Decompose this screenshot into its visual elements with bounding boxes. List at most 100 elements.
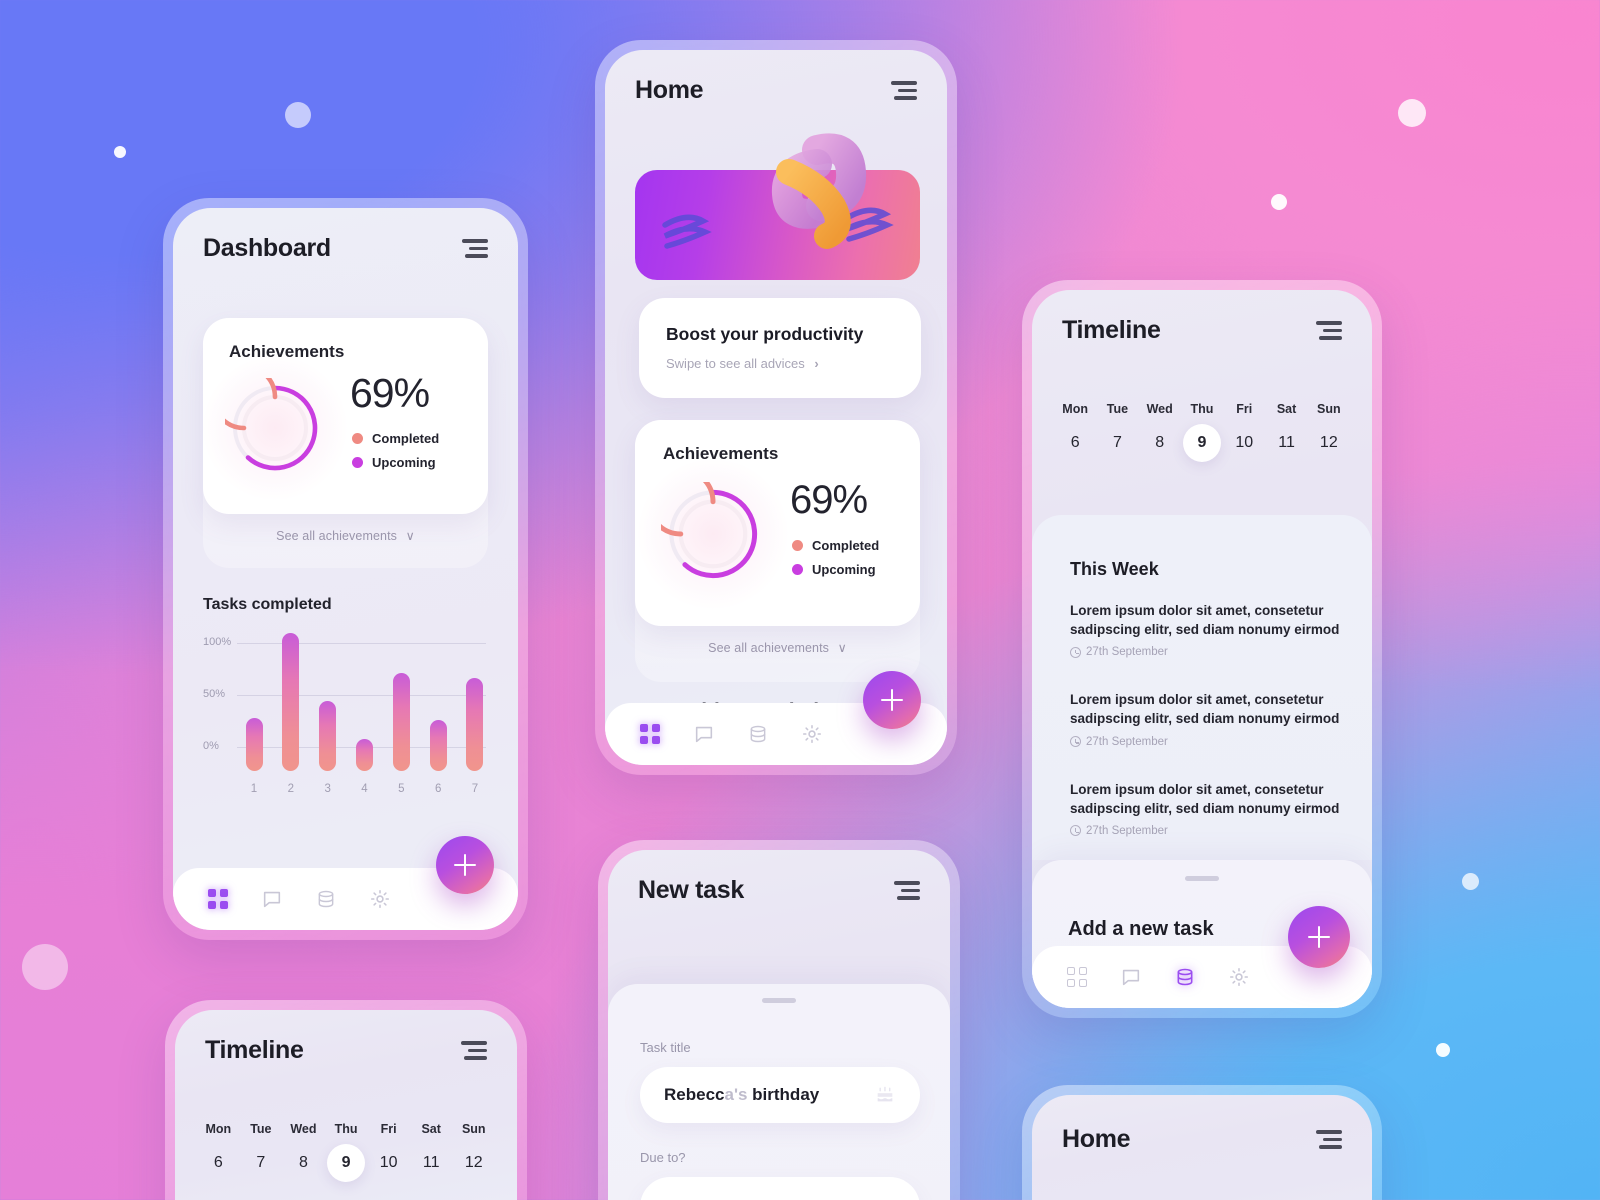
timeline-item[interactable]: Lorem ipsum dolor sit amet, consetetur s… xyxy=(1070,780,1342,837)
hamburger-menu-icon[interactable] xyxy=(1316,321,1342,340)
chevron-down-icon: ∨ xyxy=(837,641,847,655)
day-name: Wed xyxy=(290,1122,317,1136)
day-name: Thu xyxy=(1190,402,1214,416)
grid-dashboard-icon xyxy=(208,889,228,909)
chat-bubble-icon xyxy=(695,726,713,743)
day-number[interactable]: 8 xyxy=(1139,434,1181,452)
timeline-item-text: Lorem ipsum dolor sit amet, consetetur s… xyxy=(1070,692,1340,727)
day-number[interactable]: 12 xyxy=(452,1154,495,1172)
add-task-fab[interactable] xyxy=(436,836,494,894)
nav-database-button[interactable] xyxy=(1158,966,1212,988)
page-title: New task xyxy=(638,876,744,904)
due-to-field-group: Due to? xyxy=(640,1150,920,1200)
legend-item-upcoming: Upcoming xyxy=(352,455,436,470)
see-all-achievements-link[interactable]: See all achievements ∨ xyxy=(203,528,488,543)
database-icon xyxy=(750,725,766,743)
due-to-label: Due to? xyxy=(640,1150,686,1165)
day-number[interactable]: 11 xyxy=(1265,434,1307,452)
week-day-picker: Mon Tue Wed Thu Fri Sat Sun 6 7 8 9 10 11 12 xyxy=(197,1122,495,1172)
x-axis-tick: 7 xyxy=(471,783,479,795)
timeline-item-date: 27th September xyxy=(1070,736,1342,748)
see-all-achievements-link[interactable]: See all achievements ∨ xyxy=(635,640,920,655)
legend-color-swatch xyxy=(352,457,363,468)
day-number[interactable]: 7 xyxy=(1096,434,1138,452)
nav-chat-button[interactable] xyxy=(677,723,731,745)
home-screen: Home Boost your productivity Swipe to se… xyxy=(605,50,947,765)
day-number[interactable]: 11 xyxy=(410,1154,453,1172)
home-header: Home xyxy=(605,50,947,105)
nav-dashboard-button[interactable] xyxy=(623,724,677,744)
day-name: Sat xyxy=(421,1122,441,1136)
task-title-input[interactable]: Rebecca's birthday xyxy=(640,1067,920,1123)
timeline-item-date: 27th September xyxy=(1070,646,1342,658)
nav-database-button[interactable] xyxy=(299,888,353,910)
settings-gear-icon xyxy=(1229,967,1249,987)
promo-card[interactable]: Boost your productivity Swipe to see all… xyxy=(639,298,921,398)
promo-subtext-row[interactable]: Swipe to see all advices › xyxy=(666,356,819,371)
due-to-input[interactable] xyxy=(640,1177,920,1200)
hamburger-menu-icon[interactable] xyxy=(891,81,917,100)
x-axis-tick: 5 xyxy=(398,783,405,795)
clock-icon xyxy=(1070,646,1081,658)
deco-dot xyxy=(1436,1043,1450,1057)
achievements-card: Achievements 69% Completed Upcoming xyxy=(635,420,920,626)
day-number[interactable]: 10 xyxy=(1223,434,1265,452)
day-number[interactable]: 6 xyxy=(1054,434,1096,452)
sheet-drag-handle[interactable] xyxy=(762,998,796,1003)
nav-chat-button[interactable] xyxy=(245,888,299,910)
nav-dashboard-button[interactable] xyxy=(191,889,245,909)
day-name: Sun xyxy=(1317,402,1341,416)
day-number[interactable]: 8 xyxy=(282,1154,325,1172)
phone-home: Home Boost your productivity Swipe to se… xyxy=(595,40,957,775)
day-number-row: 6 7 8 9 10 11 12 xyxy=(197,1154,495,1172)
timeline-item-date-label: 27th September xyxy=(1086,646,1168,659)
day-name: Thu xyxy=(334,1122,358,1136)
day-name: Fri xyxy=(1236,402,1253,416)
nav-settings-button[interactable] xyxy=(785,723,839,745)
day-number[interactable]: 6 xyxy=(197,1154,240,1172)
legend-label: Completed xyxy=(372,431,440,446)
day-number-selected[interactable]: 9 xyxy=(1181,434,1223,452)
add-task-fab[interactable] xyxy=(863,671,921,729)
hamburger-menu-icon[interactable] xyxy=(461,1041,487,1060)
chat-bubble-icon xyxy=(263,891,281,908)
timeline-item[interactable]: Lorem ipsum dolor sit amet, consetetur s… xyxy=(1070,690,1342,748)
bar-series xyxy=(243,632,486,771)
x-axis-tick: 4 xyxy=(361,783,368,795)
legend-item-completed: Completed xyxy=(352,431,439,446)
achievements-card: Achievements 69% Completed Upcoming xyxy=(203,318,488,514)
settings-gear-icon xyxy=(370,889,390,909)
day-number-selected[interactable]: 9 xyxy=(325,1154,368,1172)
day-name: Tue xyxy=(1106,402,1129,416)
hamburger-menu-icon[interactable] xyxy=(462,239,488,258)
achievements-percent: 69% xyxy=(790,478,868,522)
hamburger-menu-icon[interactable] xyxy=(1316,1130,1342,1149)
bar xyxy=(282,633,300,771)
new-task-screen: New task Task title Rebecca's birthday D… xyxy=(608,850,950,1200)
day-number[interactable]: 7 xyxy=(240,1154,283,1172)
tasks-completed-section: Tasks completed 100% 50% 0% 1 2 3 4 5 6 7 xyxy=(203,596,492,797)
x-axis-tick: 2 xyxy=(287,783,295,795)
bar-column xyxy=(317,701,339,771)
deco-dot xyxy=(22,944,68,990)
promo-3d-shape xyxy=(771,133,867,249)
day-number[interactable]: 10 xyxy=(367,1154,410,1172)
home-bottom-screen: Home xyxy=(1032,1095,1372,1200)
timeline-item-text: Lorem ipsum dolor sit amet, consetetur s… xyxy=(1070,781,1340,816)
database-icon xyxy=(1177,968,1193,986)
add-task-fab[interactable] xyxy=(1288,906,1350,968)
day-number[interactable]: 12 xyxy=(1308,434,1350,452)
deco-dot xyxy=(285,102,311,128)
legend-label: Upcoming xyxy=(812,562,876,577)
nav-settings-button[interactable] xyxy=(1212,966,1266,988)
see-all-label: See all achievements xyxy=(276,529,397,543)
birthday-cake-icon xyxy=(877,1086,893,1102)
nav-database-button[interactable] xyxy=(731,723,785,745)
nav-settings-button[interactable] xyxy=(353,888,407,910)
hamburger-menu-icon[interactable] xyxy=(894,881,920,900)
sheet-drag-handle[interactable] xyxy=(1185,876,1219,881)
timeline-item[interactable]: Lorem ipsum dolor sit amet, consetetur s… xyxy=(1070,601,1342,658)
day-name: Tue xyxy=(250,1122,272,1136)
nav-chat-button[interactable] xyxy=(1104,966,1158,988)
nav-dashboard-button[interactable] xyxy=(1050,967,1104,987)
